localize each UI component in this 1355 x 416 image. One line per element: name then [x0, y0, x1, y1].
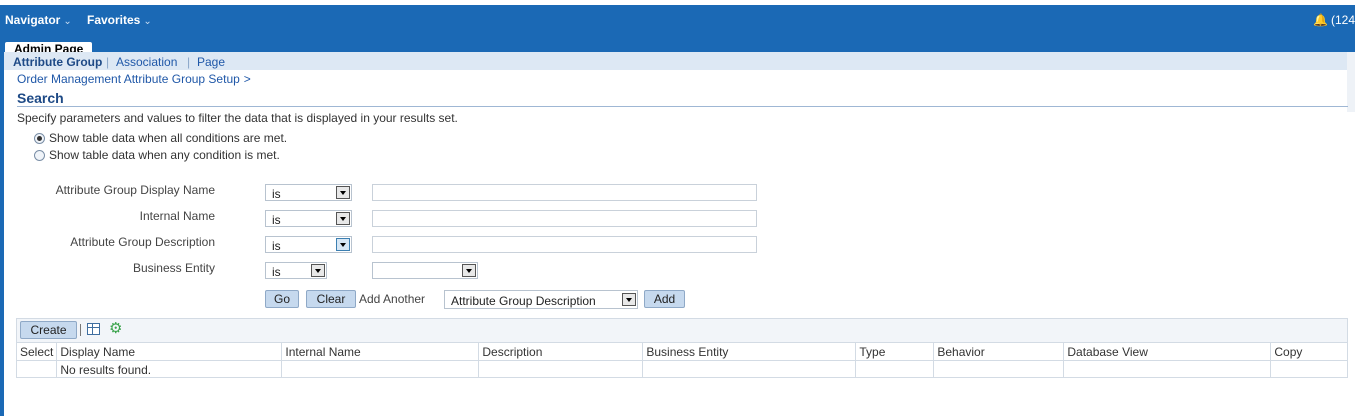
- operator-value: is: [272, 239, 281, 253]
- table-cell: [1063, 360, 1272, 378]
- search-instructions: Specify parameters and values to filter …: [17, 111, 458, 125]
- subnav-item-attribute-group[interactable]: Attribute Group: [13, 55, 102, 69]
- breadcrumb-separator: >: [243, 72, 251, 86]
- column-header-business-entity[interactable]: Business Entity: [642, 343, 857, 361]
- breadcrumb-link[interactable]: Order Management Attribute Group Setup: [17, 72, 240, 86]
- column-header-internal-name[interactable]: Internal Name: [281, 343, 480, 361]
- create-button[interactable]: Create: [20, 321, 77, 339]
- empty-results-message: No results found.: [56, 360, 283, 378]
- table-cell: [478, 360, 644, 378]
- table-cell: [642, 360, 857, 378]
- add-another-value: Attribute Group Description: [451, 294, 596, 308]
- column-header-select: Select: [17, 343, 58, 361]
- operator-select-display-name[interactable]: is: [265, 184, 352, 201]
- clear-button[interactable]: Clear: [306, 290, 356, 308]
- table-settings-icon[interactable]: [87, 323, 100, 335]
- operator-value: is: [272, 213, 281, 227]
- dropdown-arrow-icon[interactable]: [336, 186, 350, 199]
- subnav-separator: |: [187, 55, 191, 69]
- favorites-menu[interactable]: Favorites ⌄: [87, 13, 152, 27]
- notifications-count: (124: [1330, 13, 1355, 27]
- match-any-option[interactable]: Show table data when any condition is me…: [34, 148, 280, 162]
- results-toolbar: Create ⚙: [17, 319, 1347, 343]
- internal-name-input[interactable]: [372, 210, 757, 227]
- subnav-item-page[interactable]: Page: [197, 55, 225, 69]
- navigator-menu[interactable]: Navigator ⌄: [5, 13, 72, 27]
- dropdown-arrow-icon[interactable]: [462, 264, 476, 277]
- add-another-select[interactable]: Attribute Group Description: [444, 290, 638, 309]
- navigator-label: Navigator: [5, 13, 61, 27]
- table-cell: [855, 360, 935, 378]
- column-header-description[interactable]: Description: [478, 343, 644, 361]
- chevron-down-icon: ⌄: [63, 16, 72, 27]
- dropdown-arrow-icon[interactable]: [336, 238, 350, 251]
- add-another-label: Add Another: [359, 292, 426, 306]
- business-entity-select[interactable]: [372, 262, 478, 279]
- table-cell: [17, 360, 58, 378]
- dropdown-arrow-icon[interactable]: [311, 264, 325, 277]
- left-border: [0, 52, 4, 416]
- table-cell: [933, 360, 1065, 378]
- radio-unselected-icon[interactable]: [34, 149, 45, 161]
- dropdown-arrow-icon[interactable]: [622, 293, 636, 306]
- operator-select-internal-name[interactable]: is: [265, 210, 352, 227]
- table-cell: [1271, 361, 1347, 379]
- column-header-type[interactable]: Type: [855, 343, 935, 361]
- column-header-copy: Copy: [1270, 343, 1347, 361]
- match-any-label: Show table data when any condition is me…: [49, 148, 280, 162]
- field-label-business-entity: Business Entity: [132, 261, 215, 275]
- table-cell: [281, 360, 480, 378]
- operator-select-business-entity[interactable]: is: [265, 262, 327, 279]
- subnav-item-association[interactable]: Association: [116, 55, 177, 69]
- chevron-down-icon: ⌄: [143, 16, 152, 27]
- gear-icon[interactable]: ⚙: [109, 321, 122, 336]
- sub-navigation: Attribute Group | Association | Page: [4, 52, 1355, 70]
- scrollbar[interactable]: [1347, 52, 1355, 112]
- field-label-description: Attribute Group Description: [70, 235, 215, 249]
- heading-divider: [17, 106, 1348, 107]
- match-all-option[interactable]: Show table data when all conditions are …: [34, 131, 287, 145]
- field-label-display-name: Attribute Group Display Name: [55, 183, 215, 197]
- toolbar-divider: [80, 324, 81, 336]
- notifications-link[interactable]: 🔔 (124: [1313, 13, 1355, 27]
- go-button[interactable]: Go: [265, 290, 299, 308]
- match-all-label: Show table data when all conditions are …: [49, 131, 288, 145]
- breadcrumb: Order Management Attribute Group Setup >: [17, 72, 251, 86]
- global-header: Navigator ⌄ Favorites ⌄ 🔔 (124 Admin Page: [0, 5, 1355, 57]
- description-input[interactable]: [372, 236, 757, 253]
- table-row: No results found.: [17, 360, 1347, 379]
- add-button[interactable]: Add: [644, 290, 685, 308]
- operator-select-description[interactable]: is: [265, 236, 352, 253]
- operator-value: is: [272, 187, 281, 201]
- bell-icon: 🔔: [1313, 13, 1328, 27]
- table-header-row: Select Display Name Internal Name Descri…: [17, 343, 1347, 361]
- favorites-label: Favorites: [87, 13, 141, 27]
- results-table: Select Display Name Internal Name Descri…: [17, 343, 1347, 378]
- dropdown-arrow-icon[interactable]: [336, 212, 350, 225]
- column-header-display-name[interactable]: Display Name: [56, 343, 283, 361]
- operator-value: is: [272, 265, 281, 279]
- display-name-input[interactable]: [372, 184, 757, 201]
- field-label-internal-name: Internal Name: [139, 209, 215, 223]
- column-header-database-view[interactable]: Database View: [1063, 343, 1272, 361]
- column-header-behavior[interactable]: Behavior: [933, 343, 1065, 361]
- radio-selected-icon[interactable]: [34, 132, 45, 144]
- subnav-separator: |: [106, 55, 110, 69]
- search-heading: Search: [17, 90, 64, 106]
- results-table-container: Create ⚙ Select Display Name Internal Na…: [16, 318, 1348, 378]
